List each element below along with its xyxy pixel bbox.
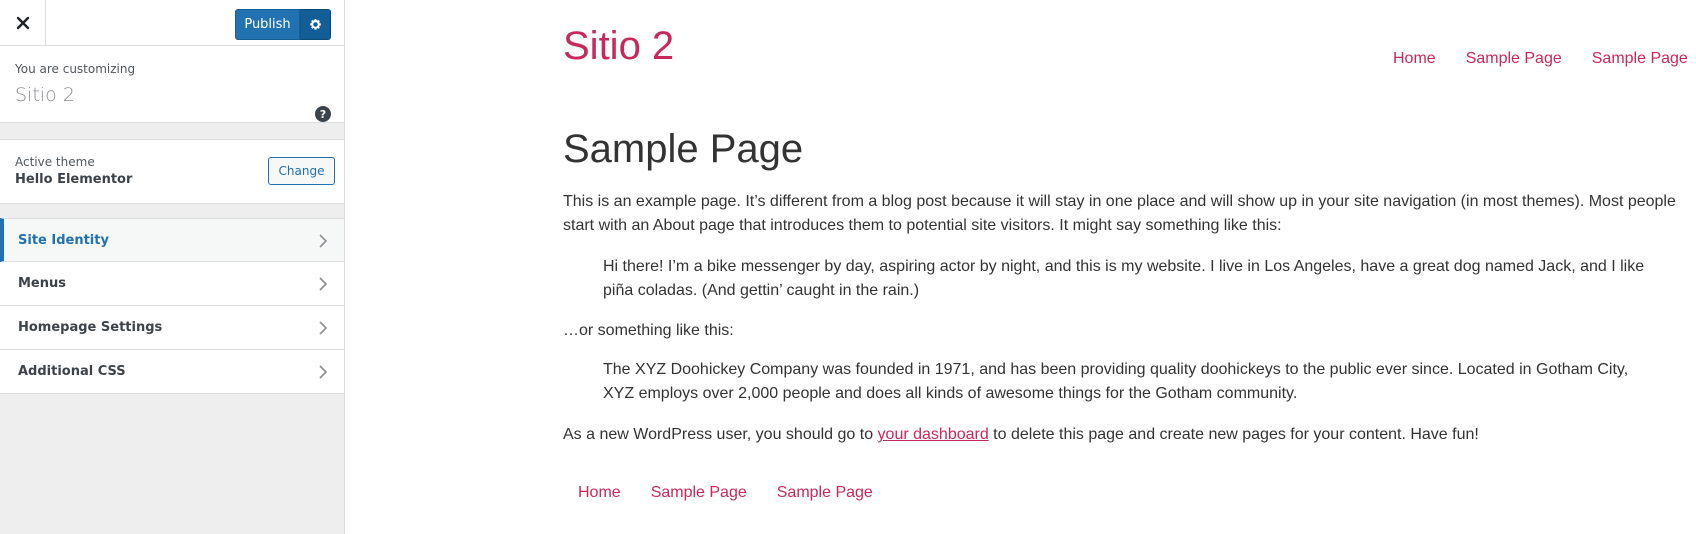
section-homepage-settings[interactable]: Homepage Settings bbox=[0, 306, 344, 350]
close-icon bbox=[16, 16, 29, 30]
section-menus[interactable]: Menus bbox=[0, 262, 344, 306]
active-theme-panel: Active theme Hello Elementor Change bbox=[0, 139, 344, 204]
change-theme-button[interactable]: Change bbox=[268, 157, 335, 185]
customizing-info: You are customizing Sitio 2 ? bbox=[0, 46, 344, 123]
help-icon[interactable]: ? bbox=[315, 106, 331, 122]
close-customizer-button[interactable] bbox=[0, 0, 46, 46]
nav-link-sample-page[interactable]: Sample Page bbox=[1466, 50, 1562, 68]
dashboard-link[interactable]: your dashboard bbox=[878, 426, 989, 443]
gear-icon bbox=[310, 18, 321, 30]
active-theme-label: Active theme bbox=[15, 155, 95, 169]
site-preview: Sitio 2 Home Sample Page Sample Page Sam… bbox=[346, 0, 1696, 534]
footer-nav: Home Sample Page Sample Page bbox=[578, 484, 873, 502]
paragraph-text: As a new WordPress user, you should go t… bbox=[563, 426, 878, 443]
site-title[interactable]: Sitio 2 bbox=[563, 24, 674, 69]
section-label: Additional CSS bbox=[18, 364, 126, 379]
customizing-label: You are customizing bbox=[15, 62, 136, 76]
section-site-identity[interactable]: Site Identity bbox=[0, 218, 344, 262]
section-additional-css[interactable]: Additional CSS bbox=[0, 350, 344, 394]
footer-link-home[interactable]: Home bbox=[578, 484, 621, 502]
customizing-site-name: Sitio 2 bbox=[15, 84, 75, 106]
nav-link-sample-page[interactable]: Sample Page bbox=[1592, 50, 1688, 68]
chevron-right-icon bbox=[319, 365, 328, 379]
customizer-sidebar: Publish You are customizing Sitio 2 ? Ac… bbox=[0, 0, 345, 534]
customizer-header: Publish bbox=[0, 0, 344, 46]
section-label: Menus bbox=[18, 276, 67, 291]
page-title: Sample Page bbox=[563, 127, 804, 171]
content-paragraph: This is an example page. It’s different … bbox=[563, 193, 1676, 234]
publish-settings-button[interactable] bbox=[300, 9, 331, 40]
footer-link-sample-page[interactable]: Sample Page bbox=[651, 484, 747, 502]
section-label: Site Identity bbox=[18, 232, 109, 248]
blockquote: Hi there! I’m a bike messenger by day, a… bbox=[603, 258, 1645, 299]
publish-button[interactable]: Publish bbox=[235, 9, 300, 40]
paragraph-text: to delete this page and create new pages… bbox=[988, 426, 1479, 443]
nav-link-home[interactable]: Home bbox=[1393, 50, 1436, 68]
publish-controls: Publish bbox=[235, 9, 331, 40]
blockquote: The XYZ Doohickey Company was founded in… bbox=[603, 361, 1629, 402]
chevron-right-icon bbox=[319, 321, 328, 335]
content-paragraph: As a new WordPress user, you should go t… bbox=[563, 423, 1663, 447]
chevron-right-icon bbox=[319, 234, 328, 248]
chevron-right-icon bbox=[319, 277, 328, 291]
content-paragraph: …or something like this: bbox=[563, 322, 734, 339]
customizer-sections: Site Identity Menus Homepage Settings Ad… bbox=[0, 218, 344, 394]
header-nav: Home Sample Page Sample Page bbox=[1393, 50, 1688, 68]
footer-link-sample-page[interactable]: Sample Page bbox=[777, 484, 873, 502]
section-label: Homepage Settings bbox=[18, 320, 163, 335]
active-theme-name: Hello Elementor bbox=[15, 172, 133, 187]
